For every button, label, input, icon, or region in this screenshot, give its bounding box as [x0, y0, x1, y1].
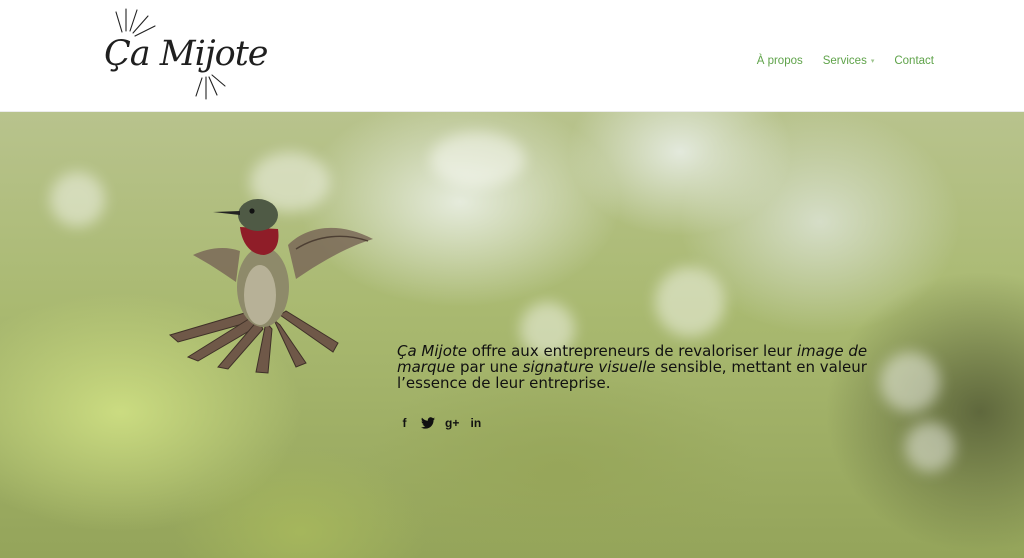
hero-banner: Ça Mijote offre aux entrepreneurs de rev… [0, 112, 1024, 558]
bokeh-light [655, 267, 725, 337]
bokeh-light [430, 132, 525, 187]
social-links: f g+ in [398, 416, 482, 430]
hero-tagline: Ça Mijote offre aux entrepreneurs de rev… [397, 343, 902, 391]
nav-item-label: À propos [756, 55, 803, 67]
bokeh-light [50, 172, 105, 227]
nav-item-contact[interactable]: Contact [894, 55, 934, 67]
logo-text: Ça Mijote [104, 34, 269, 74]
facebook-icon[interactable]: f [398, 416, 411, 430]
bokeh-light [905, 422, 955, 472]
site-header: Ça Mijote À propos Services ▾ Contact [0, 0, 1024, 112]
nav-item-a-propos[interactable]: À propos [757, 55, 803, 67]
google-plus-icon[interactable]: g+ [445, 416, 459, 430]
chevron-down-icon: ▾ [870, 58, 875, 65]
site-logo[interactable]: Ça Mijote [104, 6, 269, 100]
nav-item-label: Contact [894, 55, 934, 67]
linkedin-icon[interactable]: in [469, 416, 482, 430]
nav-item-services[interactable]: Services ▾ [823, 55, 875, 67]
nav-item-label: Services [822, 55, 867, 67]
twitter-icon[interactable] [421, 416, 435, 430]
main-nav: À propos Services ▾ Contact [757, 55, 934, 67]
hummingbird-image [168, 199, 373, 374]
twitter-bird-icon [421, 417, 435, 429]
